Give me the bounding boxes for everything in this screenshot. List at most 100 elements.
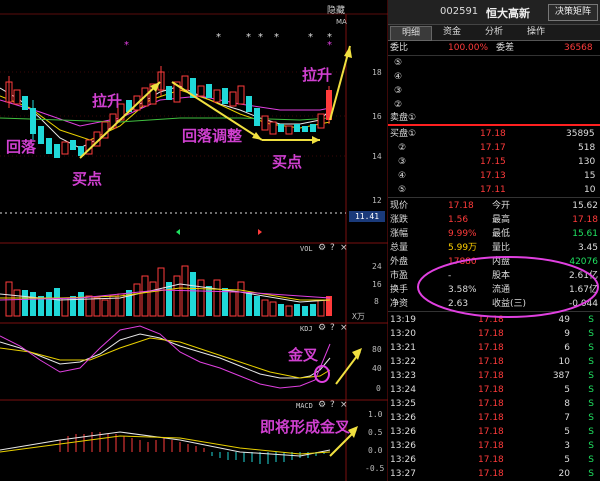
price-tick: 16 xyxy=(372,112,382,121)
kdj-tick: 40 xyxy=(372,364,382,373)
trade-price: 17.18 xyxy=(478,385,504,395)
weicha-value: 36568 xyxy=(564,43,593,53)
annotation-huiluo-tiaozheng: 回落调整 xyxy=(182,127,243,145)
trade-volume: 3 xyxy=(564,441,570,451)
help-icon[interactable]: ? xyxy=(330,243,335,253)
buy-row: 买盘① 17.18 35895 xyxy=(388,127,600,141)
trade-time: 13:22 xyxy=(390,357,416,367)
trade-volume: 5 xyxy=(564,455,570,465)
stat-value: 1.56 xyxy=(448,215,469,225)
trade-row: 13:23 17.18 387 S xyxy=(388,369,600,383)
tab-funds[interactable]: 资金 xyxy=(432,26,472,39)
trade-volume: 9 xyxy=(564,329,570,339)
trade-direction: S xyxy=(588,385,594,395)
buy-vol: 518 xyxy=(578,143,596,153)
trade-direction: S xyxy=(588,469,594,479)
annotation-jincha: 金叉 xyxy=(288,346,319,364)
sell-row: ③ xyxy=(388,84,600,98)
stat-label: 涨跌 xyxy=(390,215,409,225)
sell-label: ⑤ xyxy=(394,58,403,68)
stat-value: 15.61 xyxy=(572,229,598,239)
ma-line-green xyxy=(0,117,331,123)
trade-time: 13:27 xyxy=(390,469,416,479)
vol-tick: 8 xyxy=(374,297,379,306)
trade-direction: S xyxy=(588,441,594,451)
stat-value: 17.18 xyxy=(448,201,474,211)
trade-volume: 6 xyxy=(564,343,570,353)
buy-label: ③ xyxy=(398,157,407,167)
close-icon[interactable]: × xyxy=(340,400,348,410)
tab-analysis[interactable]: 分析 xyxy=(474,26,514,39)
trade-price: 17.18 xyxy=(478,413,504,423)
trade-volume: 387 xyxy=(552,371,570,381)
decision-matrix-button[interactable]: 决策矩阵 xyxy=(548,4,598,21)
annotation-lasheng-2: 拉升 xyxy=(302,66,333,84)
stat-label: 现价 xyxy=(390,201,409,211)
hide-button[interactable]: 隐藏 xyxy=(327,3,345,16)
tab-operation[interactable]: 操作 xyxy=(516,26,556,39)
stat-label: 最高 xyxy=(492,215,511,225)
ma-line-magenta xyxy=(0,95,331,127)
buy-label: ⑤ xyxy=(398,185,407,195)
close-icon[interactable]: × xyxy=(340,323,348,333)
stat-value: 17.18 xyxy=(572,215,598,225)
quote-panel: 002591 恒大高新 决策矩阵 明细 资金 分析 操作 委比 100.00% … xyxy=(388,0,600,481)
trade-direction: S xyxy=(588,329,594,339)
trade-volume: 5 xyxy=(564,385,570,395)
volume-bars xyxy=(5,265,332,317)
trade-time: 13:21 xyxy=(390,343,416,353)
settings-icon[interactable]: ⚙ xyxy=(318,400,326,410)
buy-vol: 15 xyxy=(584,171,596,181)
annotation-jijiang-jincha: 即将形成金叉 xyxy=(260,418,351,436)
macd-tick: 0.0 xyxy=(368,446,383,455)
sell-label: ④ xyxy=(394,72,403,82)
kdj-tick: 80 xyxy=(372,345,382,354)
trade-price: 17.18 xyxy=(478,441,504,451)
trade-row: 13:26 17.18 5 S xyxy=(388,425,600,439)
trade-time: 13:26 xyxy=(390,413,416,423)
trade-row: 13:26 17.18 5 S xyxy=(388,453,600,467)
buy-row: ⑤ 17.11 10 xyxy=(388,183,600,197)
trade-price: 17.18 xyxy=(478,455,504,465)
trade-price: 17.18 xyxy=(478,329,504,339)
quote-header: 002591 恒大高新 决策矩阵 xyxy=(388,0,600,25)
stat-row: 现价 17.18 今开 15.62 xyxy=(388,199,600,213)
svg-text:*: * xyxy=(124,40,129,51)
svg-text:*: * xyxy=(327,32,332,43)
chart-panel[interactable]: * * * * * * * * 隐藏 MA 18 16 14 12 11.41 … xyxy=(0,0,388,481)
ma-label: MA xyxy=(336,18,347,26)
tab-detail[interactable]: 明细 xyxy=(390,26,432,41)
stock-name: 恒大高新 xyxy=(486,7,530,20)
stat-label: 今开 xyxy=(492,201,511,211)
trade-volume: 8 xyxy=(564,399,570,409)
annotation-maidian-2: 买点 xyxy=(272,153,303,171)
buy-vol: 10 xyxy=(584,185,596,195)
macd-tick: 0.5 xyxy=(368,428,383,437)
vol-label: VOL xyxy=(300,245,313,253)
macd-tick: -0.5 xyxy=(365,464,385,473)
vol-tick: 16 xyxy=(372,280,382,289)
help-icon[interactable]: ? xyxy=(330,323,335,333)
trade-volume: 10 xyxy=(558,357,570,367)
help-icon[interactable]: ? xyxy=(330,400,335,410)
trade-row: 13:21 17.18 6 S xyxy=(388,341,600,355)
trade-time: 13:23 xyxy=(390,371,416,381)
weibi-row: 委比 100.00% 委差 36568 xyxy=(388,41,600,55)
macd-label: MACD xyxy=(296,402,313,410)
buy-price: 17.18 xyxy=(480,129,506,139)
trade-time: 13:20 xyxy=(390,329,416,339)
buy-price: 17.13 xyxy=(480,171,506,181)
weicha-label: 委差 xyxy=(496,43,515,53)
sell-row: 卖盘① xyxy=(388,111,600,125)
settings-icon[interactable]: ⚙ xyxy=(318,243,326,253)
buy-row: ④ 17.13 15 xyxy=(388,169,600,183)
trade-direction: S xyxy=(588,371,594,381)
settings-icon[interactable]: ⚙ xyxy=(318,323,326,333)
trade-volume: 5 xyxy=(564,427,570,437)
vol-unit: X万 xyxy=(352,312,365,321)
trade-row: 13:20 17.18 9 S xyxy=(388,327,600,341)
close-icon[interactable]: × xyxy=(340,243,348,253)
trade-direction: S xyxy=(588,413,594,423)
trade-price: 17.18 xyxy=(478,427,504,437)
trade-time: 13:26 xyxy=(390,441,416,451)
